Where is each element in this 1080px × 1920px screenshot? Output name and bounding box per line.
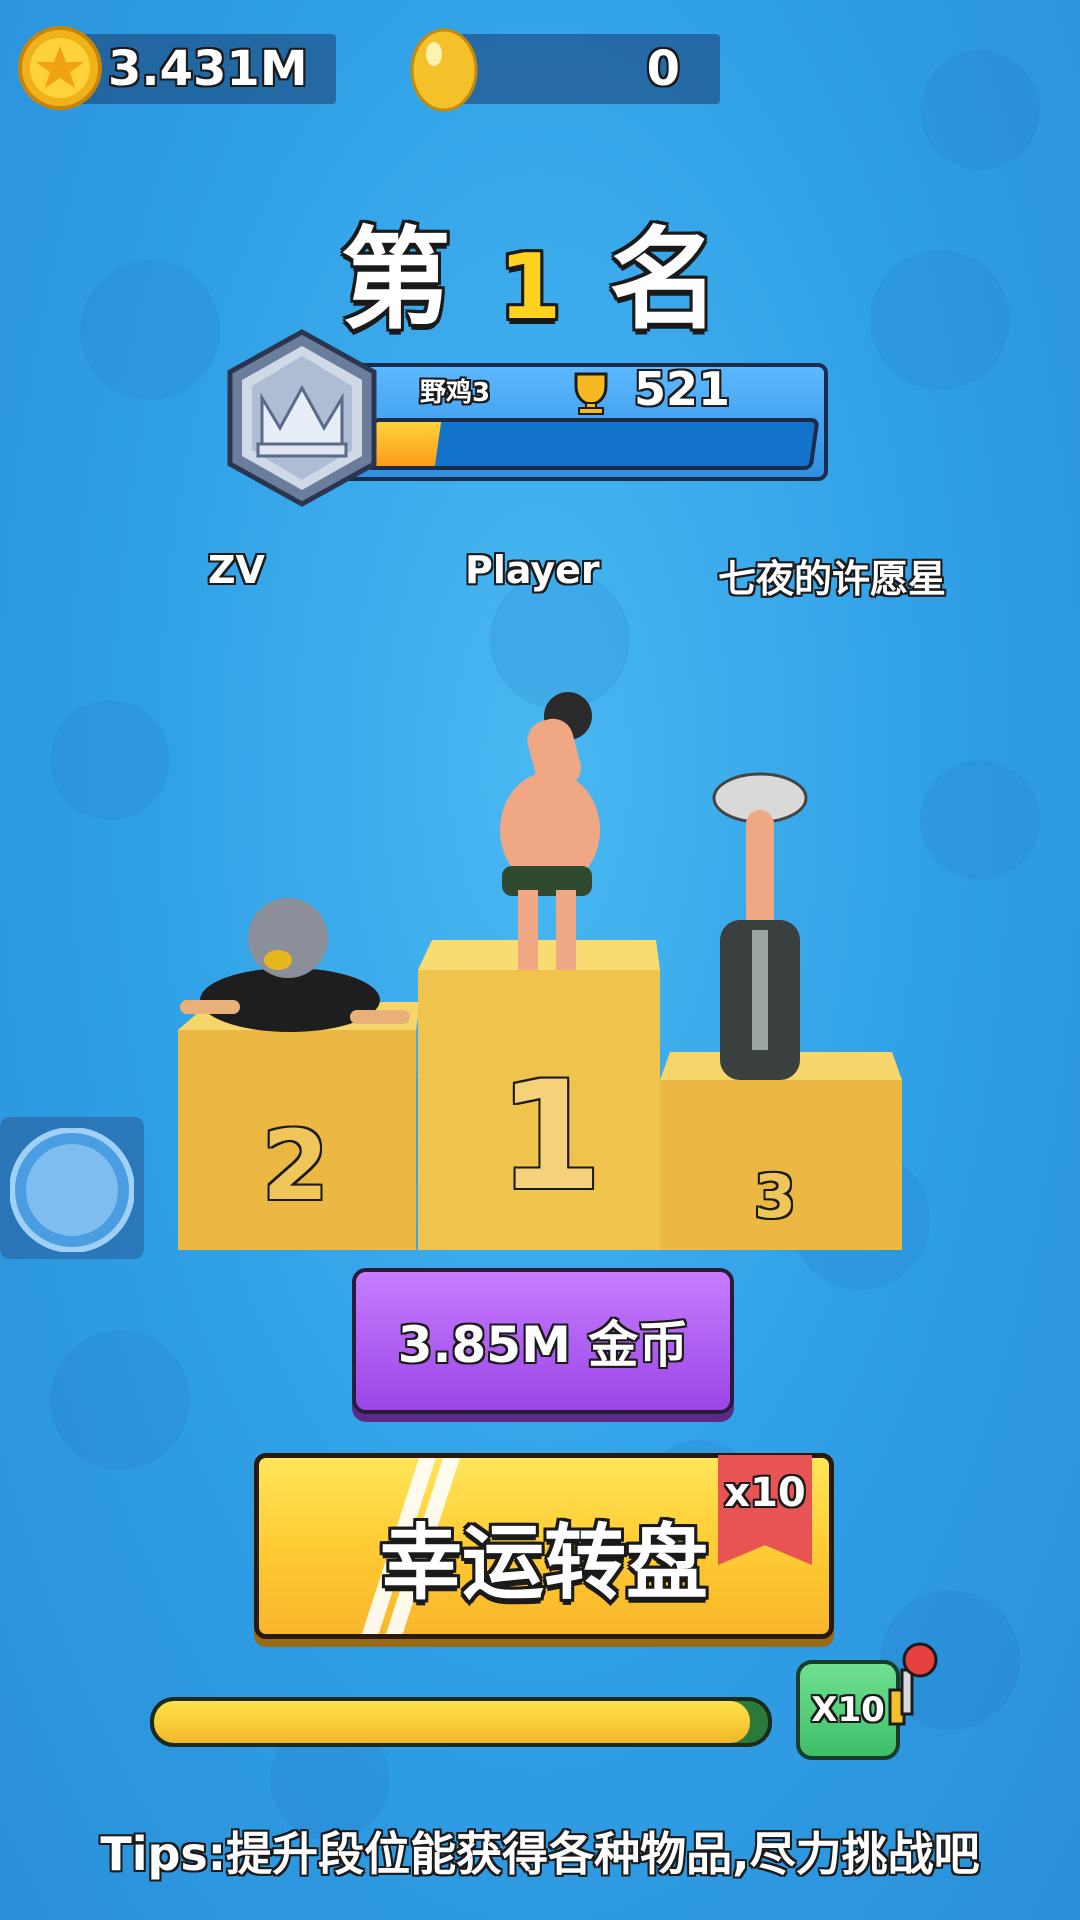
gem-balance: 0 xyxy=(646,41,680,97)
claim-coins-label: 3.85M 金币 xyxy=(397,1316,689,1374)
golden-egg-icon xyxy=(410,28,478,112)
podium-number-1: 1 xyxy=(498,1050,603,1224)
rank-title-suffix: 名 xyxy=(609,216,740,344)
claim-coins-button[interactable]: 3.85M 金币 xyxy=(352,1268,734,1414)
rank-title-prefix: 第 xyxy=(340,216,471,344)
rank-number: 1 xyxy=(498,235,582,340)
coin-icon xyxy=(18,26,102,110)
tips-text: Tips:提升段位能获得各种物品,尽力挑战吧 xyxy=(100,1827,980,1881)
multiplier-progress-fill xyxy=(154,1701,750,1743)
player-name-first: Player xyxy=(465,548,600,592)
rank-tier-name: 野鸡3 xyxy=(420,378,491,408)
x10-label: X10 xyxy=(811,1690,885,1730)
player-name-second: ZV xyxy=(208,548,265,592)
rank-title: 第1名 xyxy=(0,190,1080,350)
character-second-place xyxy=(180,898,410,1032)
coin-balance: 3.431M xyxy=(108,41,308,97)
podium-number-2: 2 xyxy=(262,1110,329,1222)
multiplier-progress-bar xyxy=(150,1697,772,1747)
player-name-third: 七夜的许愿星 xyxy=(718,557,947,601)
multiplier-ribbon-label: x10 xyxy=(724,1470,806,1516)
trophy-icon xyxy=(574,372,608,415)
podium-number-3: 3 xyxy=(754,1162,796,1232)
lever-icon[interactable] xyxy=(886,1640,946,1740)
trophy-count: 521 xyxy=(634,362,731,416)
character-third-place xyxy=(712,772,808,1080)
joystick-knob[interactable] xyxy=(10,1128,134,1252)
rank-badge-crown-icon xyxy=(227,329,377,507)
rank-progress-bar xyxy=(364,418,820,470)
character-first-place xyxy=(500,692,600,970)
x10-lever-button[interactable]: X10 xyxy=(796,1660,900,1760)
